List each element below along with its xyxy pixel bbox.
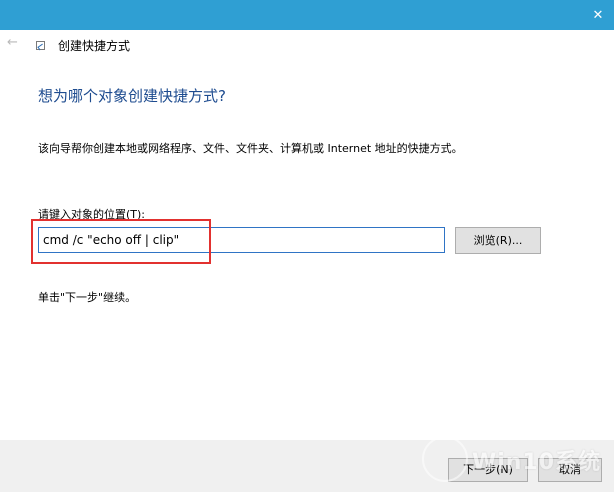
location-label: 请键入对象的位置(T): bbox=[38, 208, 146, 221]
shortcut-icon bbox=[36, 41, 45, 50]
cancel-button[interactable]: 取消 bbox=[538, 458, 602, 482]
browse-button[interactable]: 浏览(R)... bbox=[455, 227, 541, 254]
continue-hint: 单击"下一步"继续。 bbox=[38, 291, 137, 304]
wizard-description: 该向导帮你创建本地或网络程序、文件、文件夹、计算机或 Internet 地址的快… bbox=[38, 142, 463, 155]
location-input[interactable] bbox=[38, 227, 445, 253]
create-shortcut-window: ✕ ← 创建快捷方式 想为哪个对象创建快捷方式? 该向导帮你创建本地或网络程序、… bbox=[0, 0, 614, 492]
window-top-bar bbox=[0, 0, 614, 30]
page-heading: 想为哪个对象创建快捷方式? bbox=[38, 87, 226, 105]
close-icon[interactable]: ✕ bbox=[590, 8, 606, 24]
back-arrow-icon[interactable]: ← bbox=[7, 36, 21, 50]
window-title: 创建快捷方式 bbox=[58, 39, 131, 53]
next-button[interactable]: 下一步(N) bbox=[448, 458, 528, 482]
